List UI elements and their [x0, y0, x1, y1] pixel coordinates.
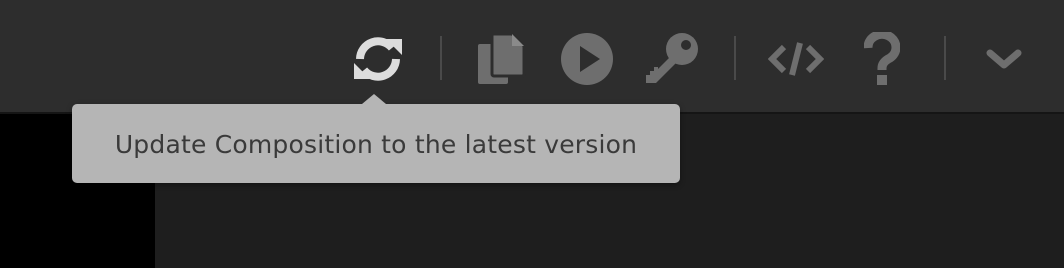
tooltip-arrow [362, 94, 386, 104]
help-icon[interactable] [862, 32, 902, 86]
tooltip: Update Composition to the latest version [72, 94, 680, 183]
key-icon[interactable] [644, 32, 700, 86]
code-icon[interactable] [768, 32, 824, 86]
chevron-down-icon[interactable] [984, 32, 1024, 86]
app-window: Update Composition to the latest version [0, 0, 1064, 268]
play-icon[interactable] [560, 32, 614, 86]
copy-icon[interactable] [476, 32, 526, 86]
tooltip-text: Update Composition to the latest version [114, 130, 638, 159]
top-toolbar [0, 0, 1064, 114]
toolbar-divider [944, 36, 946, 80]
toolbar-divider [440, 36, 442, 80]
toolbar-divider [734, 36, 736, 80]
refresh-icon[interactable] [348, 32, 408, 86]
